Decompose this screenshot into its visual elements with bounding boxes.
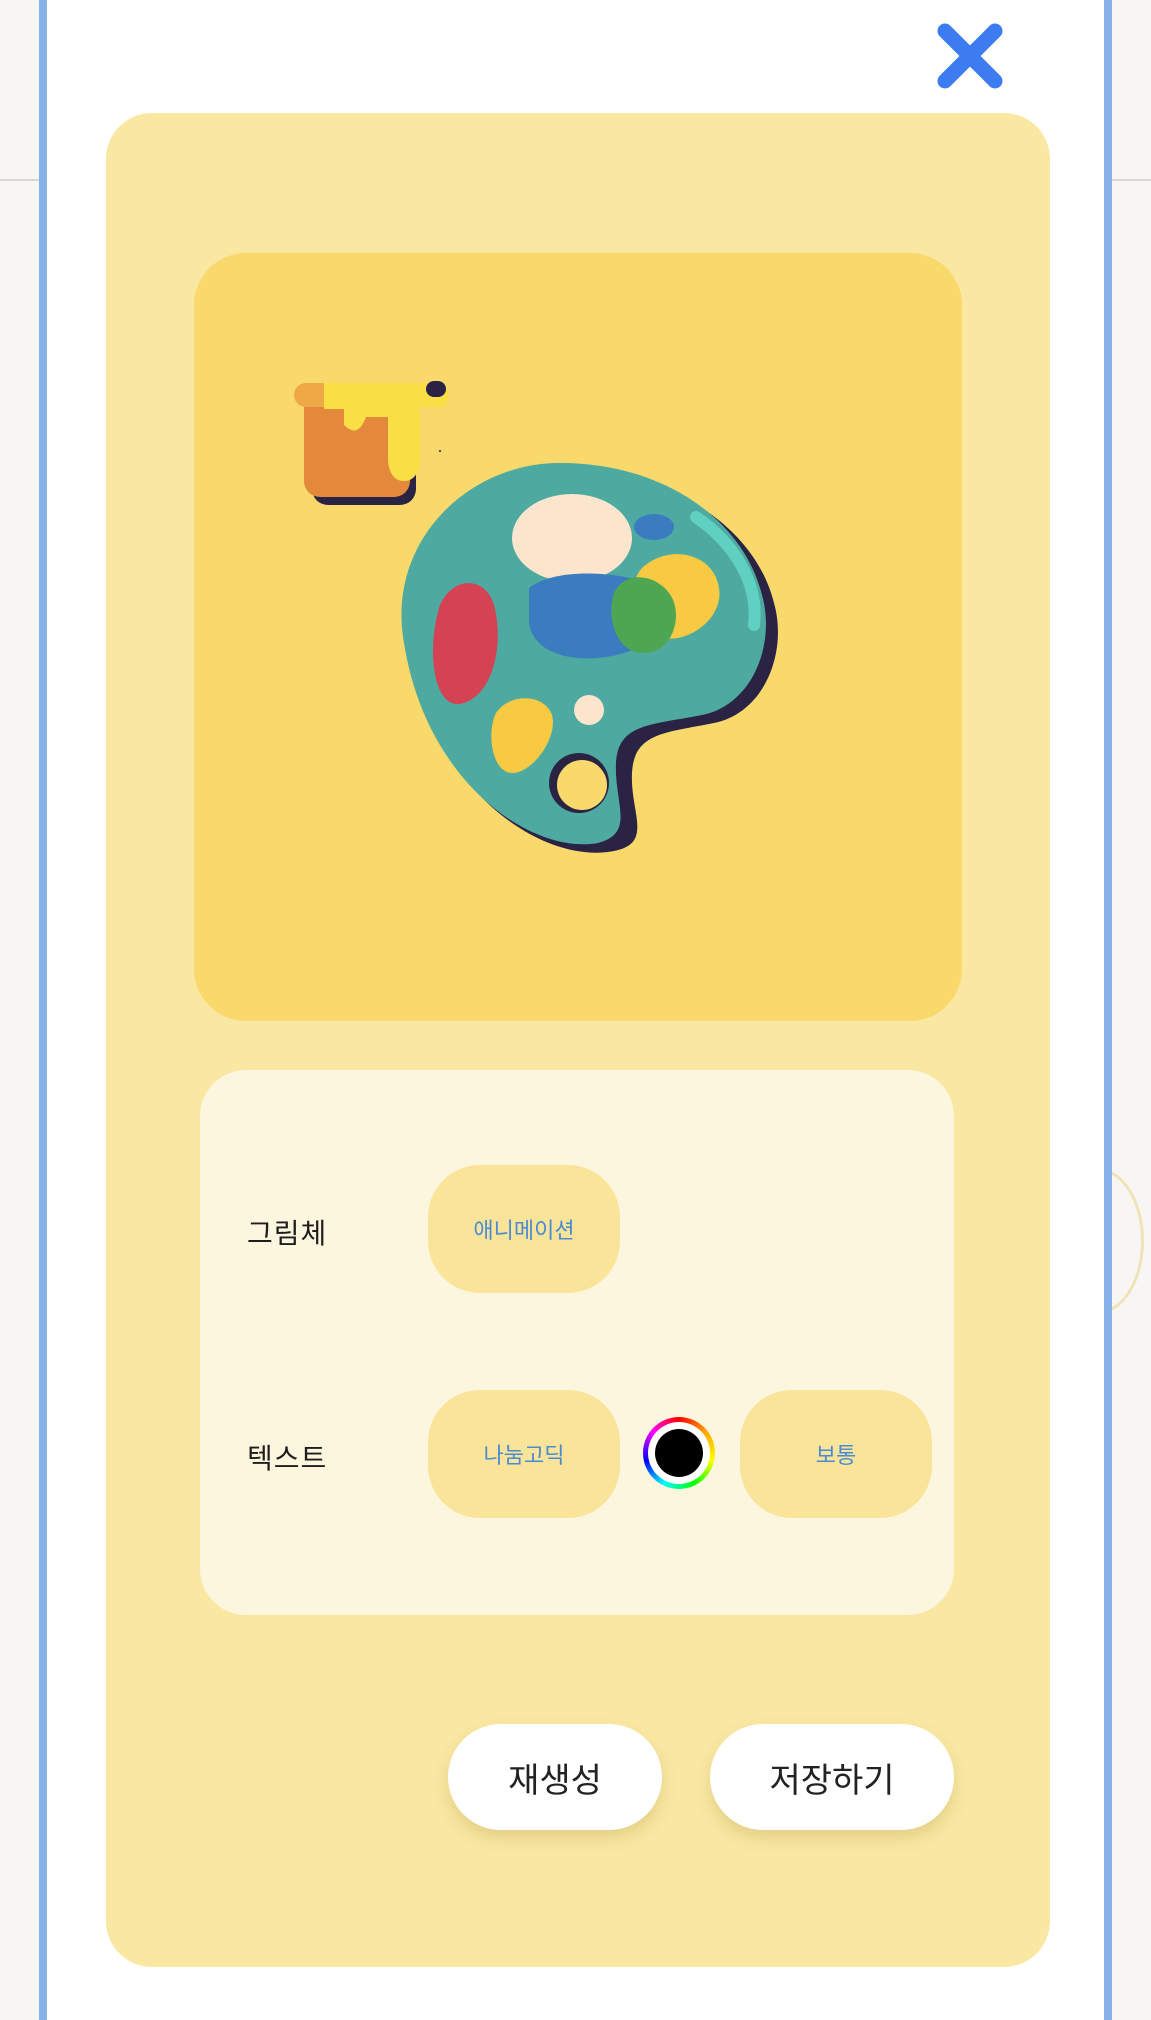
text-color-picker[interactable] — [643, 1417, 715, 1489]
font-weight-chip[interactable]: 보통 — [740, 1390, 932, 1518]
style-options-card: 그림체 애니메이션 텍스트 나눔고딕 보통 — [200, 1070, 954, 1615]
style-select-chip[interactable]: 애니메이션 — [428, 1165, 620, 1293]
paint-palette-illustration — [294, 381, 778, 853]
generated-image-preview — [194, 253, 962, 1021]
close-icon — [937, 23, 1003, 89]
regenerate-button[interactable]: 재생성 — [448, 1724, 662, 1830]
selected-color-swatch — [655, 1429, 703, 1477]
color-wheel-ring — [648, 1422, 710, 1484]
paint-blob-small-blue — [634, 514, 674, 540]
style-label: 그림체 — [247, 1217, 328, 1250]
save-button[interactable]: 저장하기 — [710, 1724, 954, 1830]
paint-blob-dot — [574, 695, 604, 725]
font-select-chip[interactable]: 나눔고딕 — [428, 1390, 620, 1518]
text-label: 텍스트 — [247, 1442, 328, 1475]
close-button[interactable] — [928, 18, 1012, 94]
paint-blob-cream — [512, 494, 632, 582]
